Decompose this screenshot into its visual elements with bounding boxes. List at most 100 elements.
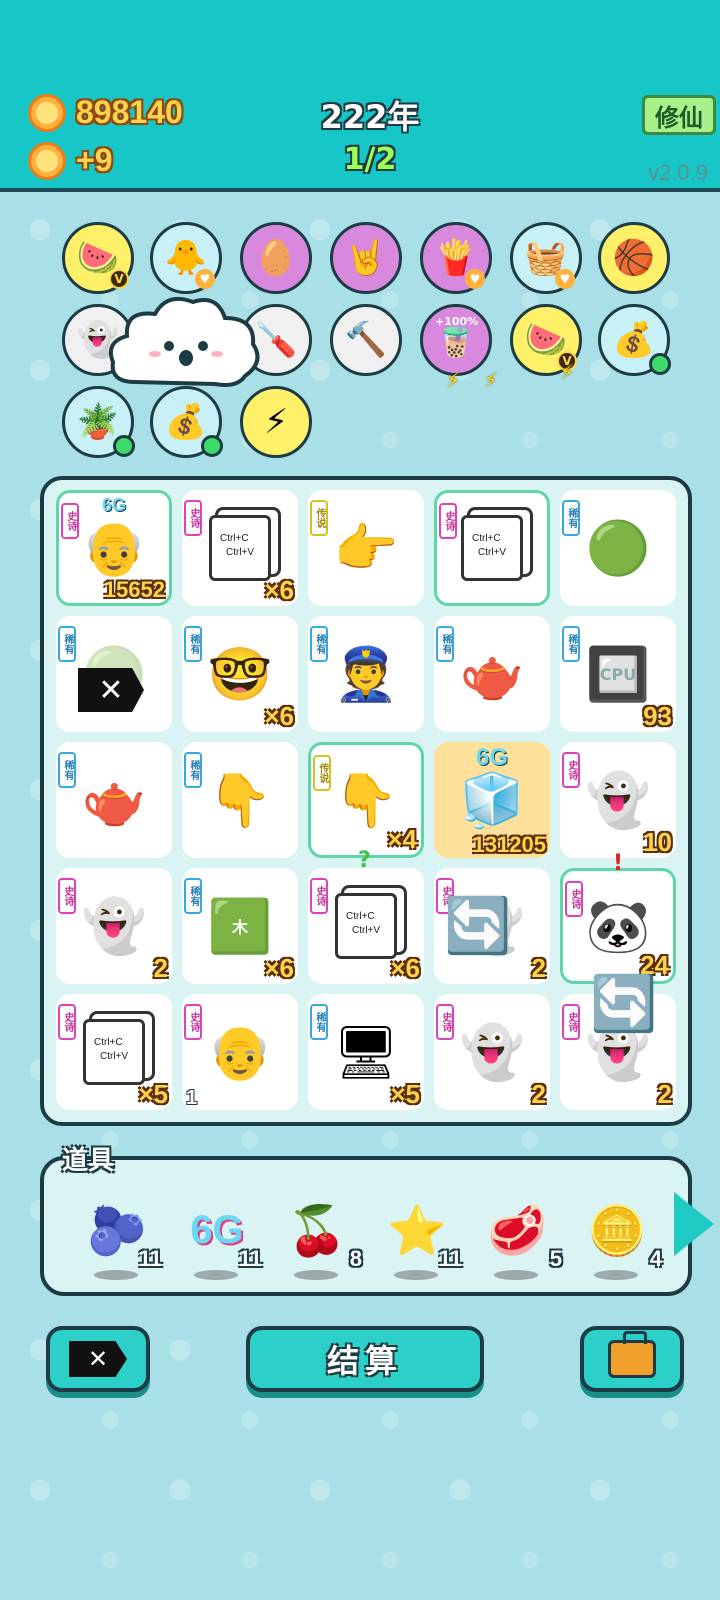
heart-badge-icon: ♥ — [195, 269, 215, 289]
item-count: ×6 — [390, 953, 420, 983]
rarity-tag: 传说 — [313, 755, 331, 791]
ready-dot-icon — [649, 353, 671, 375]
board-cell[interactable]: 史诗 👴 1 — [182, 994, 298, 1110]
item-icon: 🤓 — [207, 644, 273, 705]
board-cell[interactable]: 稀有 🫖 — [56, 742, 172, 858]
board-cell[interactable]: 稀有 🔲 CPU 93 — [560, 616, 676, 732]
item-icon: 👻 — [585, 770, 651, 831]
prop-count: 11 — [238, 1246, 262, 1271]
skill-bubble-tea[interactable]: 🧋 +100% — [420, 304, 492, 376]
copy-paste-card-icon: Ctrl+C Ctrl+V — [461, 515, 523, 581]
board-cell[interactable]: 史诗 👻 10 — [560, 742, 676, 858]
board-cell[interactable]: 6G 🧊 131205 — [434, 742, 550, 858]
item-icon: 👻 — [81, 896, 147, 957]
prop-count: 8 — [349, 1246, 362, 1271]
money-bag-2-icon: 💰 — [164, 402, 208, 442]
copy-line: Ctrl+C — [346, 911, 375, 922]
copy-line: Ctrl+C — [220, 533, 249, 544]
basketballs-icon: 🏀 — [612, 238, 656, 278]
board-cell[interactable]: 史诗 👻 2 — [56, 868, 172, 984]
rarity-tag: 史诗 — [565, 881, 583, 917]
skill-money-bag-2[interactable]: 💰 — [150, 386, 223, 458]
skill-fruit-basket[interactable]: 🍉 V — [62, 222, 134, 294]
prop-lychee[interactable]: 🍒 8 — [272, 1190, 362, 1280]
skill-rock-hand[interactable]: 🤘 — [330, 222, 402, 294]
settle-label: 结算 — [326, 1342, 403, 1380]
board-cell[interactable]: 稀有 🤓 ×6 — [182, 616, 298, 732]
copy-line: Ctrl+C — [472, 533, 501, 544]
rarity-tag: 稀有 — [562, 626, 580, 662]
item-icon: 👴 — [81, 518, 147, 579]
board-cell[interactable]: 史诗 Ctrl+C Ctrl+V ×6? — [308, 848, 424, 984]
copy-line: Ctrl+C — [94, 1037, 123, 1048]
board-cell[interactable]: 史诗 6G 👴 15652 — [56, 490, 172, 606]
rarity-tag: 稀有 — [184, 626, 202, 662]
board-cell[interactable]: 传说 👉 — [308, 490, 424, 606]
item-icon: 👇 — [333, 770, 399, 831]
lightning-icon: ⚡ — [446, 368, 461, 392]
rarity-tag: 稀有 — [184, 752, 202, 788]
item-icon: 🫖 — [81, 770, 147, 831]
skill-egg-shell[interactable]: 🥚 — [240, 222, 312, 294]
board-cell[interactable]: 稀有 🫖 — [434, 616, 550, 732]
item-icon: 👉 — [333, 518, 399, 579]
skill-hammer[interactable]: 🔨 — [330, 304, 402, 376]
rarity-tag: 稀有 — [58, 626, 76, 662]
top-bar: 898140 +9 222年 1/2 修仙 v2.0.9 — [0, 0, 720, 192]
version-label: v2.0.9 — [648, 160, 708, 185]
plant-pot-icon: 🪴 — [76, 402, 120, 442]
cloud-mascot — [108, 297, 260, 387]
rarity-tag: 稀有 — [562, 500, 580, 536]
skill-fruit-basket-2[interactable]: 🧺 ♥ — [510, 222, 582, 294]
board-cell[interactable]: 史诗 Ctrl+C Ctrl+V ×6 — [182, 490, 298, 606]
paste-line: Ctrl+V — [352, 925, 381, 936]
item-icon: 🫖 — [459, 644, 525, 705]
prop-blueberry[interactable]: 🫐 11 — [72, 1190, 162, 1280]
prop-6g-signal[interactable]: 6G 11 — [172, 1190, 262, 1280]
board-cell[interactable]: 稀有 👮 — [308, 616, 424, 732]
prop-star[interactable]: ⭐ 11 — [372, 1190, 462, 1280]
rarity-tag: 稀有 — [310, 626, 328, 662]
bag-button[interactable] — [580, 1326, 684, 1392]
xiuxian-button[interactable]: 修仙 — [642, 95, 716, 135]
item-icon: 🧊 — [459, 770, 525, 831]
skill-lightning[interactable]: ⚡ — [240, 386, 312, 458]
board-cell[interactable]: 史诗 👻 2 — [434, 994, 550, 1110]
board-cell[interactable]: 稀有🟢✕ — [56, 616, 172, 732]
board-cell[interactable]: 稀有 🟩 木 ×6 — [182, 868, 298, 984]
skill-chick-egg[interactable]: 🐥 ♥ — [150, 222, 222, 294]
rarity-tag: 史诗 — [58, 878, 76, 914]
skill-money-bag[interactable]: 💰 — [598, 304, 671, 376]
board-cell[interactable]: 史诗 🐼 24! — [560, 851, 676, 984]
skill-fries[interactable]: 🍟 ♥ — [420, 222, 492, 294]
board-cell[interactable]: 稀有 🟢 — [560, 490, 676, 606]
item-count: 2 — [531, 953, 546, 983]
copy-paste-card-icon: Ctrl+C Ctrl+V — [335, 893, 397, 959]
board-cell[interactable]: 稀有 🖥 ×5 — [308, 994, 424, 1110]
egg-shell-icon: 🥚 — [254, 238, 298, 278]
delete-button[interactable]: ✕ — [46, 1326, 150, 1392]
year-label: 222年 — [320, 98, 420, 136]
prop-shadow — [394, 1270, 438, 1280]
item-inner-label: CPU — [599, 664, 637, 684]
board-cell[interactable]: 传说 👇 ×4 — [308, 742, 424, 858]
item-icon: 👻 — [459, 1022, 525, 1083]
board-cell[interactable]: 史诗 👻 🔄 2 — [434, 868, 550, 984]
6g-signal-icon: 6G — [190, 1207, 244, 1252]
board-cell[interactable]: 史诗 Ctrl+C Ctrl+V — [434, 490, 550, 606]
skill-percent: +100% — [435, 315, 479, 328]
rarity-tag: 稀有 — [184, 878, 202, 914]
skill-basketballs[interactable]: 🏀 — [598, 222, 670, 294]
item-count: ×5 — [390, 1079, 420, 1109]
ready-dot-icon — [113, 435, 135, 457]
board-cell[interactable]: 史诗 Ctrl+C Ctrl+V ×5 — [56, 994, 172, 1110]
prop-dollar-coin[interactable]: 🪙 4 — [572, 1190, 662, 1280]
settle-button[interactable]: 结算 — [246, 1326, 484, 1392]
copy-paste-card-icon: Ctrl+C Ctrl+V — [83, 1019, 145, 1085]
lightning-icon: ⚡ — [264, 402, 288, 442]
board-cell[interactable]: 稀有 👇 — [182, 742, 298, 858]
lightning-icon: ⚡ — [560, 360, 575, 384]
paste-line: Ctrl+V — [478, 547, 507, 558]
prop-liver[interactable]: 🥩 5 — [472, 1190, 562, 1280]
skill-plant-pot[interactable]: 🪴 — [62, 386, 135, 458]
